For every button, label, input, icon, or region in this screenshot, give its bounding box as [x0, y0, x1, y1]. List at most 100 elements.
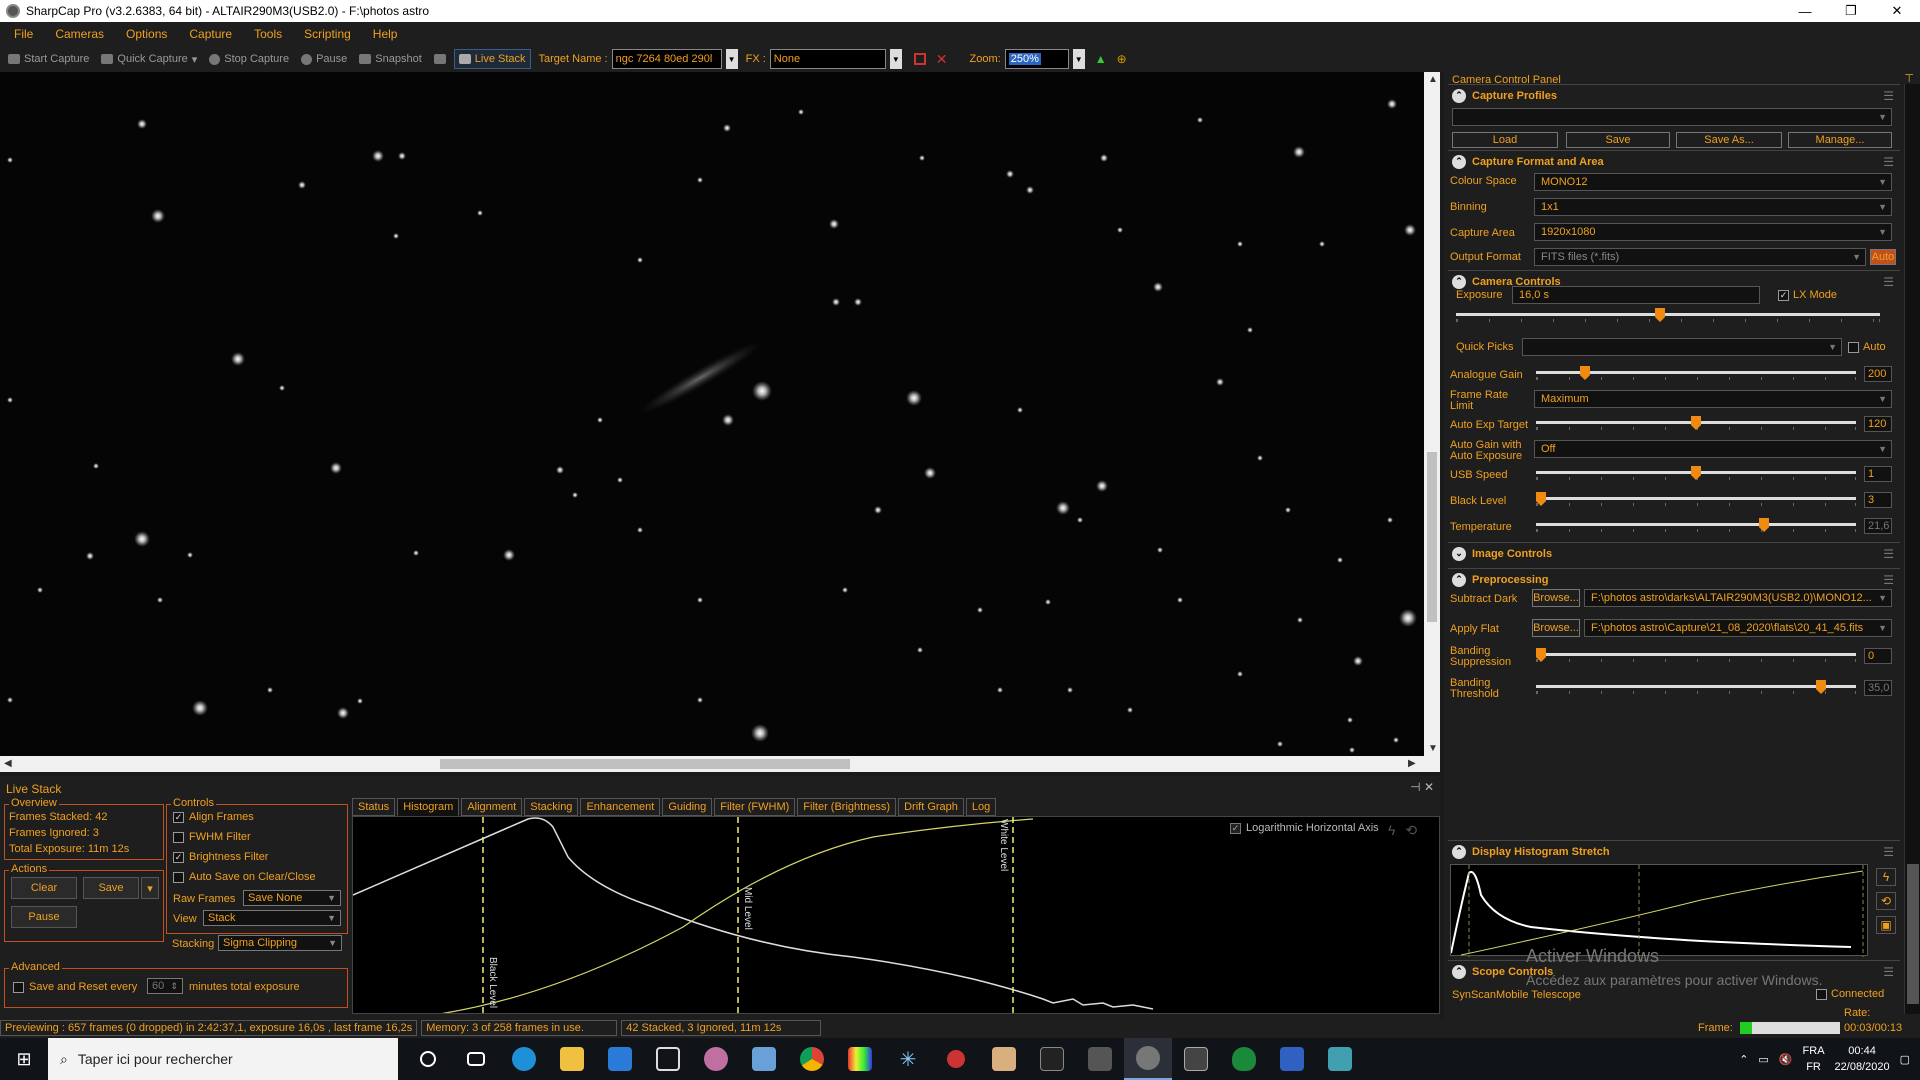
reticle-icon[interactable]: [913, 53, 926, 65]
paint-app-icon[interactable]: [980, 1038, 1028, 1080]
capture-profiles-header[interactable]: ⌃ Capture Profiles ☰: [1448, 84, 1900, 106]
auto-gain-select[interactable]: Off ▼: [1534, 440, 1892, 458]
banding-suppression-value[interactable]: 0: [1864, 648, 1892, 664]
manage-profiles-button[interactable]: Manage...: [1788, 132, 1892, 148]
auto-exp-value[interactable]: 120: [1864, 416, 1892, 432]
tab-enhancement[interactable]: Enhancement: [580, 798, 661, 816]
histogram-icon[interactable]: ▲: [1095, 52, 1107, 66]
save-as-profile-button[interactable]: Save As...: [1676, 132, 1782, 148]
tab-filter-brightness[interactable]: Filter (Brightness): [797, 798, 897, 816]
output-format-auto-button[interactable]: Auto: [1870, 249, 1896, 265]
tab-stacking[interactable]: Stacking: [524, 798, 579, 816]
lightning-icon[interactable]: ϟ: [1388, 822, 1395, 839]
preprocessing-header[interactable]: ⌃ Preprocessing ☰: [1448, 568, 1900, 590]
black-level-value[interactable]: 3: [1864, 492, 1892, 508]
scroll-left-icon[interactable]: ◀: [4, 758, 12, 769]
usb-speed-slider[interactable]: [1536, 466, 1856, 480]
raw-frames-select[interactable]: Save None ▼: [243, 890, 341, 906]
menu-scripting[interactable]: Scripting: [304, 27, 351, 41]
menu-help[interactable]: Help: [373, 27, 398, 41]
exposure-slider[interactable]: [1456, 308, 1880, 322]
banding-suppression-slider[interactable]: [1536, 648, 1856, 662]
image-controls-header[interactable]: ⌄ Image Controls ☰: [1448, 542, 1900, 564]
lx-mode-checkbox[interactable]: ✓ LX Mode: [1778, 289, 1837, 301]
target-name-input[interactable]: ngc 7264 80ed 290l: [611, 49, 722, 69]
magnifier-icon[interactable]: ⊕: [1117, 52, 1127, 66]
pencil-app-icon[interactable]: [1076, 1038, 1124, 1080]
scroll-thumb[interactable]: [1907, 864, 1919, 1004]
calculator-icon[interactable]: [740, 1038, 788, 1080]
tab-histogram[interactable]: Histogram: [397, 798, 460, 816]
save-dropdown[interactable]: ▾: [141, 877, 159, 899]
zoom-dropdown[interactable]: ▼: [1072, 49, 1085, 69]
pause-button[interactable]: Pause: [297, 49, 351, 69]
sharpcap-taskbar-icon[interactable]: [1124, 1038, 1172, 1080]
edge-icon[interactable]: [500, 1038, 548, 1080]
minimize-button[interactable]: —: [1782, 0, 1828, 22]
colour-space-select[interactable]: MONO12 ▼: [1534, 173, 1892, 191]
live-stack-button[interactable]: Live Stack: [453, 49, 531, 69]
subtract-dark-browse-button[interactable]: Browse...: [1532, 589, 1580, 607]
auto-stretch-icon[interactable]: ϟ: [1876, 868, 1896, 886]
tab-alignment[interactable]: Alignment: [461, 798, 523, 816]
profile-select[interactable]: ▼: [1452, 108, 1892, 126]
save-button[interactable]: Save: [83, 877, 139, 899]
auto-exp-slider[interactable]: [1536, 416, 1856, 430]
scroll-right-icon[interactable]: ▶: [1408, 758, 1416, 769]
minutes-input[interactable]: 60 ⇕: [147, 978, 183, 994]
target-name-dropdown[interactable]: ▼: [725, 49, 738, 69]
panel-scrollbar[interactable]: [1904, 84, 1920, 1014]
log-axis-checkbox[interactable]: ✓ Logarithmic Horizontal Axis: [1230, 822, 1379, 834]
app-window-icon[interactable]: [644, 1038, 692, 1080]
tab-status[interactable]: Status: [352, 798, 396, 816]
align-frames-checkbox[interactable]: ✓ Align Frames: [173, 811, 254, 823]
stack-histogram[interactable]: Black Level Mid Level White Level: [352, 816, 1440, 1014]
analogue-gain-slider[interactable]: [1536, 366, 1856, 380]
language-indicator[interactable]: FRA FR: [1803, 1043, 1825, 1075]
tab-guiding[interactable]: Guiding: [662, 798, 713, 816]
fx-select[interactable]: None: [769, 49, 886, 69]
histogram-stretch-header[interactable]: ⌃ Display Histogram Stretch ☰: [1448, 840, 1900, 862]
red-app-icon[interactable]: [932, 1038, 980, 1080]
exposure-input[interactable]: 16,0 s: [1512, 286, 1760, 304]
display-icon-button[interactable]: [430, 49, 450, 69]
notifications-icon[interactable]: ▢: [1900, 1053, 1910, 1066]
taskbar-search[interactable]: ⌕ Taper ici pour rechercher: [48, 1038, 398, 1080]
snapshot-button[interactable]: Snapshot: [355, 49, 425, 69]
image-vertical-scrollbar[interactable]: ▲ ▼: [1424, 72, 1440, 756]
scroll-thumb[interactable]: [1427, 452, 1437, 622]
task-view-icon[interactable]: [452, 1038, 500, 1080]
scroll-thumb[interactable]: [440, 759, 850, 769]
quick-picks-auto-checkbox[interactable]: Auto: [1848, 341, 1886, 353]
scope-connected-checkbox[interactable]: Connected: [1816, 988, 1884, 1000]
pin-close-icons[interactable]: ⊣ ✕: [1410, 780, 1434, 794]
menu-tools[interactable]: Tools: [254, 27, 282, 41]
save-reset-checkbox[interactable]: Save and Reset every: [13, 981, 137, 993]
tab-log[interactable]: Log: [965, 798, 997, 816]
banding-threshold-value[interactable]: 35,0: [1864, 680, 1892, 696]
quick-picks-select[interactable]: ▼: [1522, 338, 1842, 356]
pause-stack-button[interactable]: Pause: [11, 906, 77, 928]
fx-dropdown[interactable]: ▼: [889, 49, 902, 69]
stop-capture-button[interactable]: Stop Capture: [205, 49, 293, 69]
clock[interactable]: 00:44 22/08/2020: [1835, 1043, 1890, 1075]
tab-drift-graph[interactable]: Drift Graph: [898, 798, 964, 816]
scroll-down-icon[interactable]: ▼: [1428, 743, 1438, 754]
tab-filter-fwhm[interactable]: Filter (FWHM): [714, 798, 796, 816]
save-stretch-icon[interactable]: ▣: [1876, 916, 1896, 934]
quick-capture-button[interactable]: Quick Capture ▾: [97, 49, 201, 69]
menu-capture[interactable]: Capture: [189, 27, 232, 41]
cortana-icon[interactable]: [404, 1038, 452, 1080]
banding-threshold-slider[interactable]: [1536, 680, 1856, 694]
output-format-select[interactable]: FITS files (*.fits) ▼: [1534, 248, 1866, 266]
usb-speed-value[interactable]: 1: [1864, 466, 1892, 482]
stellarium-icon[interactable]: [1172, 1038, 1220, 1080]
black-level-slider[interactable]: [1536, 492, 1856, 506]
fwhm-filter-checkbox[interactable]: FWHM Filter: [173, 831, 251, 843]
mail-icon[interactable]: [596, 1038, 644, 1080]
analogue-gain-value[interactable]: 200: [1864, 366, 1892, 382]
shield-app-icon[interactable]: [1220, 1038, 1268, 1080]
frame-rate-select[interactable]: Maximum ▼: [1534, 390, 1892, 408]
stacking-select[interactable]: Sigma Clipping ▼: [218, 935, 342, 951]
apply-flat-select[interactable]: F:\photos astro\Capture\21_08_2020\flats…: [1584, 619, 1892, 637]
